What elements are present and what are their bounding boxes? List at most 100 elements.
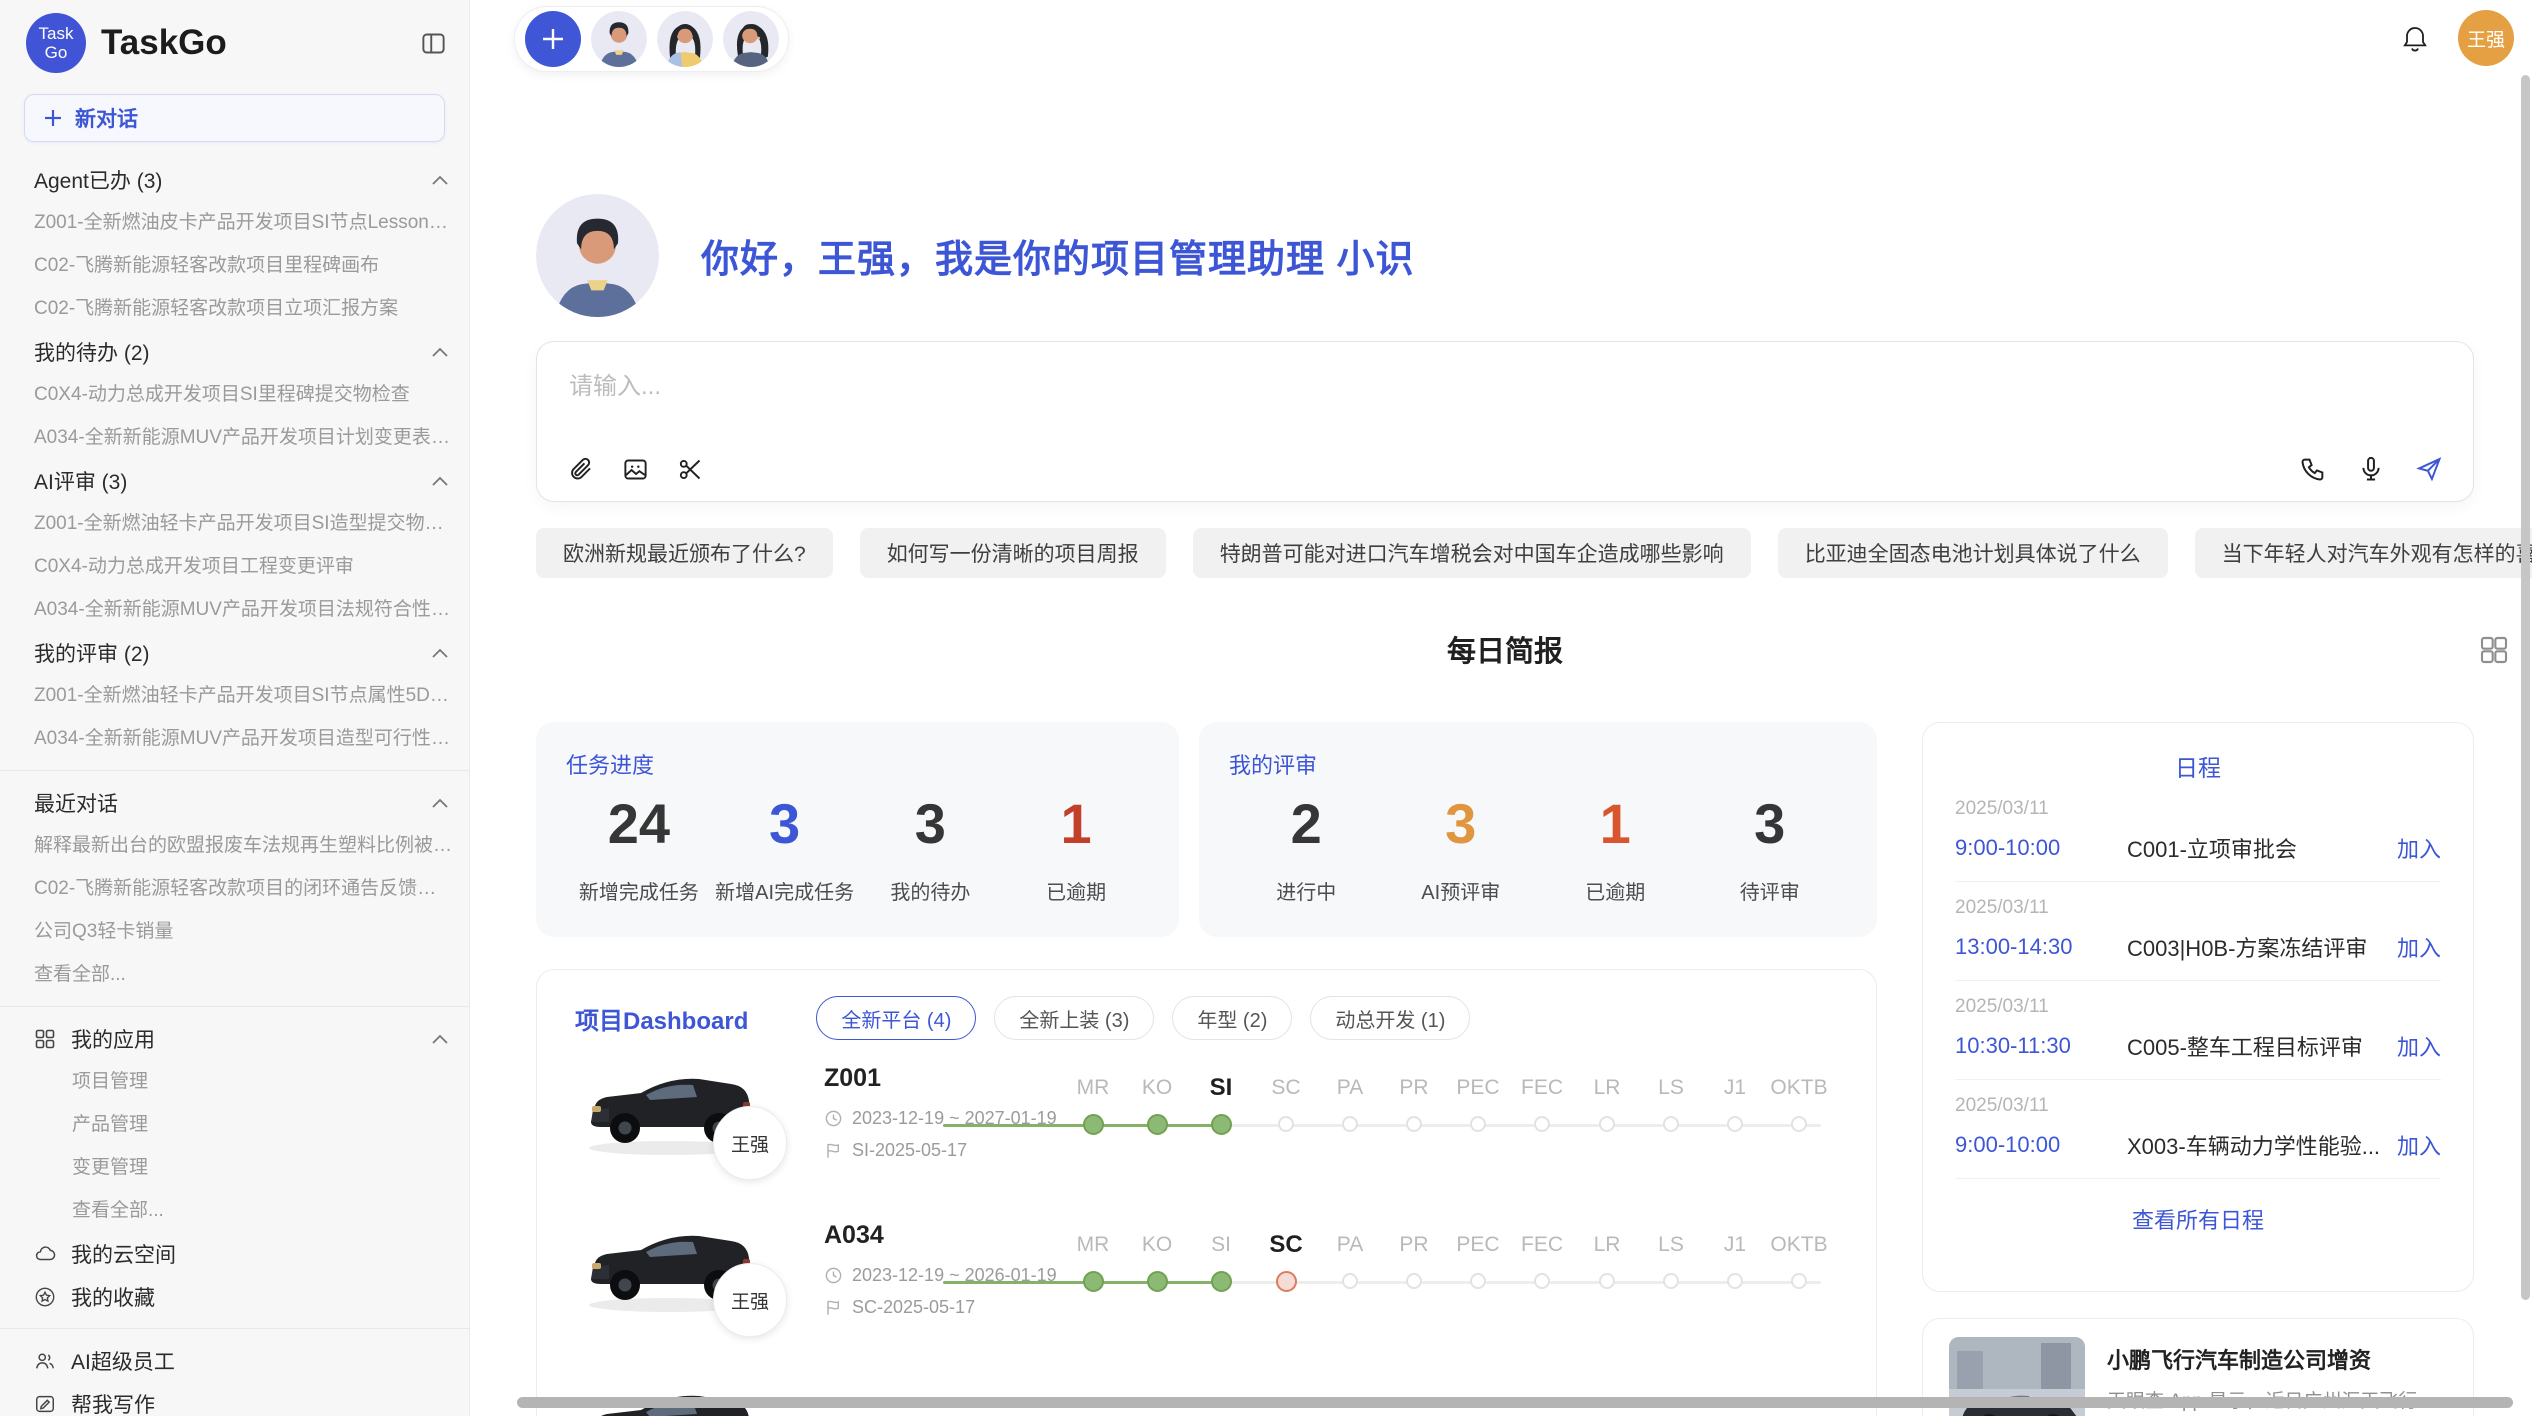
section-my-review[interactable]: 我的评审 (2) — [34, 631, 469, 674]
add-member-button[interactable] — [525, 11, 581, 67]
section-my-todo[interactable]: 我的待办 (2) — [34, 330, 469, 373]
team-avatar-3[interactable] — [723, 11, 779, 67]
filter-new-body[interactable]: 全新上装 (3) — [994, 996, 1154, 1040]
section-recent-chats[interactable]: 最近对话 — [34, 781, 469, 824]
view-all-conversations[interactable]: 查看全部... — [34, 953, 469, 996]
send-icon[interactable] — [2415, 455, 2443, 483]
conversation-item[interactable]: Z001-全新燃油轻卡产品开发项目SI造型提交物评审 — [34, 502, 469, 545]
app-item[interactable]: 变更管理 — [34, 1146, 469, 1189]
chevron-up-icon — [431, 797, 449, 809]
section-title: 我的评审 (2) — [34, 638, 150, 668]
conversation-item[interactable]: 解释最新出台的欧盟报废车法规再生塑料比例被调至15%... — [34, 824, 469, 867]
chevron-up-icon — [431, 346, 449, 358]
image-icon[interactable] — [622, 456, 649, 483]
horizontal-scrollbar[interactable] — [517, 1397, 2513, 1408]
sidebar-item-help-write[interactable]: 帮我写作 — [34, 1382, 469, 1416]
suggestion-chip[interactable]: 如何写一份清晰的项目周报 — [860, 528, 1166, 578]
join-link[interactable]: 加入 — [2397, 832, 2441, 864]
conversation-item[interactable]: Z001-全新燃油皮卡产品开发项目SI节点Lesson Learn报告 — [34, 201, 469, 244]
screenshot-scissors-icon[interactable] — [677, 456, 704, 483]
conversation-item[interactable]: C0X4-动力总成开发项目SI里程碑提交物检查 — [34, 373, 469, 416]
schedule-item: 2025/03/11 10:30-11:30 C005-整车工程目标评审 加入 — [1955, 981, 2441, 1080]
view-all-schedule-link[interactable]: 查看所有日程 — [1955, 1203, 2441, 1235]
milestone-oktb: OKTB — [1759, 1229, 1839, 1289]
new-chat-label: 新对话 — [75, 103, 138, 133]
sidebar-item-my-apps[interactable]: 我的应用 — [34, 1017, 469, 1060]
conversation-item[interactable]: 公司Q3轻卡销量 — [34, 910, 469, 953]
dashboard-filters: 全新平台 (4) 全新上装 (3) 年型 (2) 动总开发 (1) — [816, 996, 1470, 1040]
attachment-icon[interactable] — [567, 456, 594, 483]
suggestion-chip[interactable]: 特朗普可能对进口汽车增税会对中国车企造成哪些影响 — [1193, 528, 1751, 578]
bell-icon[interactable] — [2400, 22, 2430, 54]
suggestion-chip[interactable]: 比亚迪全固态电池计划具体说了什么 — [1778, 528, 2168, 578]
project-row-z001[interactable]: 王强 Z001 2023-12-19 ~ 2027-01-19 SI-2025-… — [579, 1056, 1839, 1206]
app-item[interactable]: 项目管理 — [34, 1060, 469, 1103]
project-name: A034 — [824, 1221, 884, 1250]
assistant-avatar — [536, 194, 659, 317]
schedule-item: 2025/03/11 9:00-10:00 C001-立项审批会 加入 — [1955, 783, 2441, 882]
flag-icon — [824, 1141, 843, 1160]
conversation-item[interactable]: C02-飞腾新能源轻客改款项目的闭环通告反馈情况 — [34, 867, 469, 910]
suggestion-chip[interactable]: 欧洲新规最近颁布了什么? — [536, 528, 833, 578]
news-title: 小鹏飞行汽车制造公司增资 — [2107, 1343, 2447, 1375]
sidebar-list: Agent已办 (3) Z001-全新燃油皮卡产品开发项目SI节点Lesson … — [0, 142, 469, 1416]
composer-left-tools — [567, 456, 704, 483]
logo-line-2: Go — [45, 43, 68, 62]
chat-composer — [536, 341, 2474, 502]
sidebar-item-label: 我的应用 — [71, 1024, 155, 1054]
chevron-up-icon — [431, 174, 449, 186]
section-agent-done[interactable]: Agent已办 (3) — [34, 158, 469, 201]
sidebar: Task Go TaskGo 新对话 Agent已办 (3) — [0, 0, 470, 1416]
phone-icon[interactable] — [2299, 455, 2327, 483]
conversation-item[interactable]: C0X4-动力总成开发项目工程变更评审 — [34, 545, 469, 588]
chevron-up-icon — [431, 475, 449, 487]
schedule-event-title: X003-车辆动力学性能验... — [2127, 1129, 2385, 1161]
chevron-up-icon — [431, 647, 449, 659]
conversation-item[interactable]: Z001-全新燃油轻卡产品开发项目SI节点属性5D文件评审 — [34, 674, 469, 717]
vertical-scrollbar[interactable] — [2521, 75, 2530, 1300]
filter-new-platform[interactable]: 全新平台 (4) — [816, 996, 976, 1040]
project-car-image — [579, 1373, 760, 1416]
card-title: 我的评审 — [1229, 748, 1847, 780]
stat-new-ai-completed: 3 新增AI完成任务 — [712, 796, 858, 905]
grid-layout-icon[interactable] — [2478, 634, 2510, 666]
sidebar-item-favorites[interactable]: 我的收藏 — [34, 1275, 469, 1318]
microphone-icon[interactable] — [2357, 455, 2385, 483]
section-ai-review[interactable]: AI评审 (3) — [34, 459, 469, 502]
suggestion-chip[interactable]: 当下年轻人对汽车外观有怎样的喜好趋势 — [2195, 528, 2532, 578]
stat-review-overdue: 1 已逾期 — [1538, 796, 1693, 905]
section-title: 最近对话 — [34, 788, 118, 818]
join-link[interactable]: 加入 — [2397, 1129, 2441, 1161]
stat-overdue: 1 已逾期 — [1003, 796, 1149, 905]
schedule-date: 2025/03/11 — [1955, 798, 2441, 820]
greeting-block: 你好，王强，我是你的项目管理助理 小识 — [536, 194, 1415, 317]
chat-input[interactable] — [567, 364, 2447, 412]
dashboard-title: 项目Dashboard — [575, 1001, 748, 1036]
team-avatar-2[interactable] — [657, 11, 713, 67]
collapse-panel-icon[interactable] — [420, 30, 447, 57]
app-item[interactable]: 产品管理 — [34, 1103, 469, 1146]
project-owner-badge: 王强 — [713, 1106, 787, 1180]
team-avatar-1[interactable] — [591, 11, 647, 67]
conversation-item[interactable]: C02-飞腾新能源轻客改款项目立项汇报方案 — [34, 287, 469, 330]
sidebar-item-label: 我的收藏 — [71, 1282, 155, 1312]
milestone-track: MR KO SI SC PA PR PEC FEC LR LS J1 OKTB — [943, 1213, 1843, 1323]
conversation-item[interactable]: C02-飞腾新能源轻客改款项目里程碑画布 — [34, 244, 469, 287]
stat-ai-prereview: 3 AI预评审 — [1384, 796, 1539, 905]
filter-model-year[interactable]: 年型 (2) — [1172, 996, 1292, 1040]
project-row-a034[interactable]: 王强 A034 2023-12-19 ~ 2026-01-19 SC-2025-… — [579, 1213, 1839, 1363]
sidebar-item-cloud-space[interactable]: 我的云空间 — [34, 1232, 469, 1275]
taskgo-app: Task Go TaskGo 新对话 Agent已办 (3) — [0, 0, 2532, 1416]
join-link[interactable]: 加入 — [2397, 1030, 2441, 1062]
new-chat-button[interactable]: 新对话 — [24, 94, 445, 142]
conversation-item[interactable]: A034-全新新能源MUV产品开发项目造型可行性评审 — [34, 717, 469, 760]
view-all-apps[interactable]: 查看全部... — [34, 1189, 469, 1232]
join-link[interactable]: 加入 — [2397, 931, 2441, 963]
project-dashboard-card: 项目Dashboard 全新平台 (4) 全新上装 (3) 年型 (2) 动总开… — [536, 969, 1877, 1416]
filter-powertrain[interactable]: 动总开发 (1) — [1310, 996, 1470, 1040]
sidebar-item-ai-employee[interactable]: AI超级员工 — [34, 1339, 469, 1382]
conversation-item[interactable]: A034-全新新能源MUV产品开发项目法规符合性评审 — [34, 588, 469, 631]
conversation-item[interactable]: A034-全新新能源MUV产品开发项目计划变更表编写 — [34, 416, 469, 459]
schedule-date: 2025/03/11 — [1955, 1095, 2441, 1117]
user-avatar[interactable]: 王强 — [2458, 10, 2514, 66]
